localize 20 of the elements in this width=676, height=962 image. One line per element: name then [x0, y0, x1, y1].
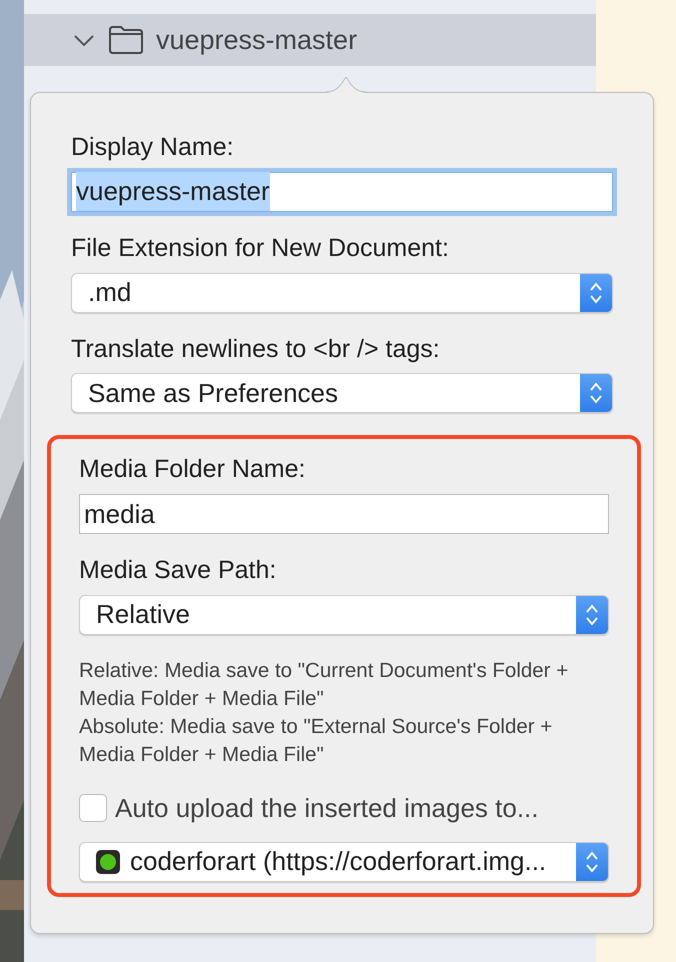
- dropdown[interactable]: .md: [71, 272, 613, 312]
- stepper-icon: [585, 602, 599, 628]
- field-label: Translate newlines to <br /> tags:: [71, 334, 441, 364]
- field-label: Media Folder Name:: [79, 455, 306, 484]
- field-label: File Extension for New Document:: [71, 234, 450, 262]
- dropdown[interactable]: coderforart (https://coderforart.img...: [79, 842, 609, 882]
- stepper-icon: [589, 380, 603, 406]
- stepper-icon: [585, 848, 599, 875]
- stepper-icon: [589, 280, 603, 306]
- dropdown[interactable]: Same as Preferences: [71, 373, 613, 414]
- help-text: Absolute: Media save to "External Source's Folder + Media Folder + Media File": [79, 714, 554, 768]
- help-text: Relative: Media save to "Current Document's Folder + Media Folder + Media File": [79, 658, 570, 712]
- field-label: Media Save Path:: [79, 556, 278, 585]
- checkbox[interactable]: [79, 794, 107, 822]
- input-field[interactable]: media: [79, 494, 609, 534]
- dropdown[interactable]: Relative: [79, 594, 609, 635]
- tree-item[interactable]: vuepress-master: [24, 14, 596, 66]
- field-label: Display Name:: [71, 133, 235, 162]
- checkbox-label[interactable]: Auto upload the inserted images to...: [115, 788, 538, 828]
- folder-icon: [108, 25, 144, 55]
